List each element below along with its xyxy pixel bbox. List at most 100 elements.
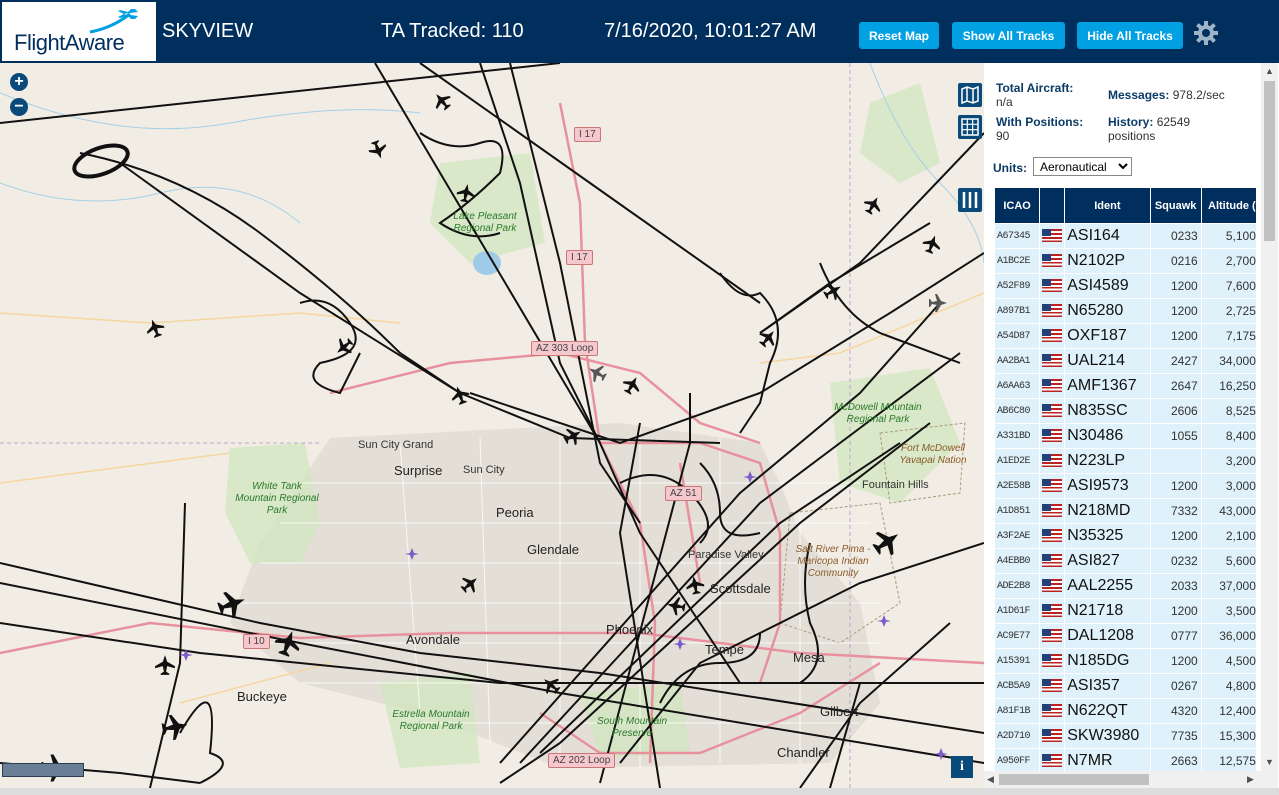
info-button[interactable]: i [951, 756, 973, 778]
scroll-down-arrow[interactable]: ▼ [1265, 757, 1274, 767]
flag-cell [1040, 599, 1065, 624]
flag-cell [1040, 349, 1065, 374]
map-label: Tempe [705, 642, 745, 657]
altitude-cell: 3,000 [1201, 474, 1256, 499]
horizontal-scrollbar[interactable]: ◀ ▶ [984, 771, 1261, 788]
squawk-cell: 1200 [1150, 324, 1201, 349]
show-all-tracks-button[interactable]: Show All Tracks [952, 22, 1065, 49]
table-row[interactable]: AA2BA1 UAL214 2427 34,000 [995, 349, 1256, 374]
altitude-header[interactable]: Altitude (ft) [1201, 188, 1256, 224]
vertical-scrollbar[interactable]: ▲ ▼ [1261, 63, 1278, 788]
zoom-out-button[interactable]: − [10, 98, 28, 116]
icao-cell: A897B1 [995, 299, 1040, 324]
table-row[interactable]: A52F89ASI458912007,600▼ [995, 274, 1256, 299]
table-row[interactable]: A15391 N185DG 1200 4,500 [995, 649, 1256, 674]
icao-cell: A2D710 [995, 724, 1040, 749]
flag-cell [1040, 474, 1065, 499]
us-flag-icon [1042, 679, 1063, 693]
reset-map-button[interactable]: Reset Map [859, 22, 939, 49]
squawk-cell: 7735 [1150, 724, 1201, 749]
squawk-cell: 4320 [1150, 699, 1201, 724]
map-scale-bar [2, 763, 84, 777]
vertical-scroll-thumb[interactable] [1264, 81, 1275, 241]
units-select[interactable]: Aeronautical [1033, 157, 1132, 176]
grid-overlay-button[interactable] [958, 115, 982, 139]
history-stat: History: 62549 positions [1108, 115, 1218, 143]
table-row[interactable]: ADE2B8 AAL2255 2033 37,000 [995, 574, 1256, 599]
icao-cell: A1ED2E [995, 449, 1040, 474]
map-label: Fountain Hills [862, 479, 929, 491]
flightaware-logo[interactable]: FlightAware [2, 2, 156, 61]
table-row[interactable]: A2E58BASI957312003,000▼ [995, 474, 1256, 499]
squawk-header[interactable]: Squawk [1150, 188, 1201, 224]
altitude-cell: 2,725 [1201, 299, 1256, 324]
ident-header[interactable]: Ident [1065, 188, 1150, 224]
us-flag-icon [1042, 629, 1063, 643]
us-flag-icon [1042, 479, 1063, 493]
horizontal-scroll-thumb[interactable] [999, 774, 1149, 785]
ident-cell: ASI357 [1065, 674, 1150, 699]
total-aircraft-label: Total Aircraft: [996, 81, 1074, 95]
highway-shield: I 17 [566, 250, 593, 265]
highway-shield: I 10 [243, 634, 270, 649]
table-row[interactable]: A6AA63AMF1367264716,250▲ [995, 374, 1256, 399]
map-label: Gilbert [820, 704, 859, 719]
table-row[interactable]: A67345ASI16402335,100▲ [995, 224, 1256, 249]
table-row[interactable]: A897B1 N65280 1200 2,725 [995, 299, 1256, 324]
flag-cell [1040, 674, 1065, 699]
ident-cell: OXF187 [1065, 324, 1150, 349]
altitude-cell: 34,000 [1201, 349, 1256, 374]
map-view[interactable]: Sun City Grand Surprise Sun City Peoria … [0, 63, 984, 788]
table-row[interactable]: AC9E77 DAL1208 0777 36,000 [995, 624, 1256, 649]
gear-icon[interactable] [1193, 20, 1219, 46]
table-row[interactable]: A1ED2EN223LP3,200▲ [995, 449, 1256, 474]
icao-header[interactable]: ICAO [995, 188, 1040, 224]
flag-cell [1040, 549, 1065, 574]
table-row[interactable]: A331BDN3048610558,400▼ [995, 424, 1256, 449]
park-label: White Tank Mountain Regional Park [235, 481, 319, 516]
us-flag-icon [1042, 279, 1063, 293]
columns-toggle-button[interactable] [958, 188, 982, 212]
hide-all-tracks-button[interactable]: Hide All Tracks [1077, 22, 1183, 49]
us-flag-icon [1042, 329, 1063, 343]
aircraft-sidebar: Total Aircraft: n/a With Positions: 90 M… [984, 63, 1279, 788]
tracked-count: TA Tracked: 110 [381, 20, 524, 42]
table-row[interactable]: A1D61FN2171812003,500▲ [995, 599, 1256, 624]
scroll-left-arrow[interactable]: ◀ [987, 774, 994, 785]
scroll-up-arrow[interactable]: ▲ [1265, 66, 1274, 76]
ident-cell: AMF1367 [1065, 374, 1150, 399]
park-label: Estrella Mountain Regional Park [392, 709, 470, 732]
zoom-in-button[interactable]: + [10, 73, 28, 91]
aircraft-table: ICAO Ident Squawk Altitude (ft) A67345 AS… [994, 188, 1256, 774]
icao-cell: A52F89 [995, 274, 1040, 299]
map-label: Buckeye [237, 689, 287, 704]
icao-cell: AC9E77 [995, 624, 1040, 649]
squawk-cell: 1200 [1150, 299, 1201, 324]
us-flag-icon [1042, 504, 1063, 518]
table-row[interactable]: A4EBB0 ASI827 0232 5,600 [995, 549, 1256, 574]
table-row[interactable]: A1BC2E N2102P 0216 2,700 [995, 249, 1256, 274]
table-row[interactable]: A54D87 OXF187 1200 7,175 [995, 324, 1256, 349]
altitude-cell: 2,100 [1201, 524, 1256, 549]
flag-header[interactable] [1040, 188, 1065, 224]
table-row[interactable]: A1D851 N218MD 7332 43,000 [995, 499, 1256, 524]
squawk-cell: 2647 [1150, 374, 1201, 399]
scroll-right-arrow[interactable]: ▶ [1247, 774, 1254, 785]
ident-cell: AAL2255 [1065, 574, 1150, 599]
altitude-cell: 3,200 [1201, 449, 1256, 474]
map-layers-button[interactable] [958, 83, 982, 107]
table-row[interactable]: A3F2AEN3532512002,100▼ [995, 524, 1256, 549]
icao-cell: A1D61F [995, 599, 1040, 624]
table-row[interactable]: A2D710SKW3980773515,300▼ [995, 724, 1256, 749]
altitude-cell: 37,000 [1201, 574, 1256, 599]
highway-shield: AZ 202 Loop [548, 753, 616, 768]
table-row[interactable]: AB6C80 N835SC 2606 8,525 [995, 399, 1256, 424]
flag-cell [1040, 224, 1065, 249]
us-flag-icon [1042, 554, 1063, 568]
skyview-app: FlightAware SKYVIEW TA Tracked: 110 7/16… [0, 0, 1279, 795]
reservation-label: Fort McDowell Yavapai Nation [899, 443, 967, 466]
table-row[interactable]: ACB5A9ASI35702674,800▲ [995, 674, 1256, 699]
flag-cell [1040, 649, 1065, 674]
icao-cell: A15391 [995, 649, 1040, 674]
table-row[interactable]: A81F1B N622QT 4320 12,400 [995, 699, 1256, 724]
